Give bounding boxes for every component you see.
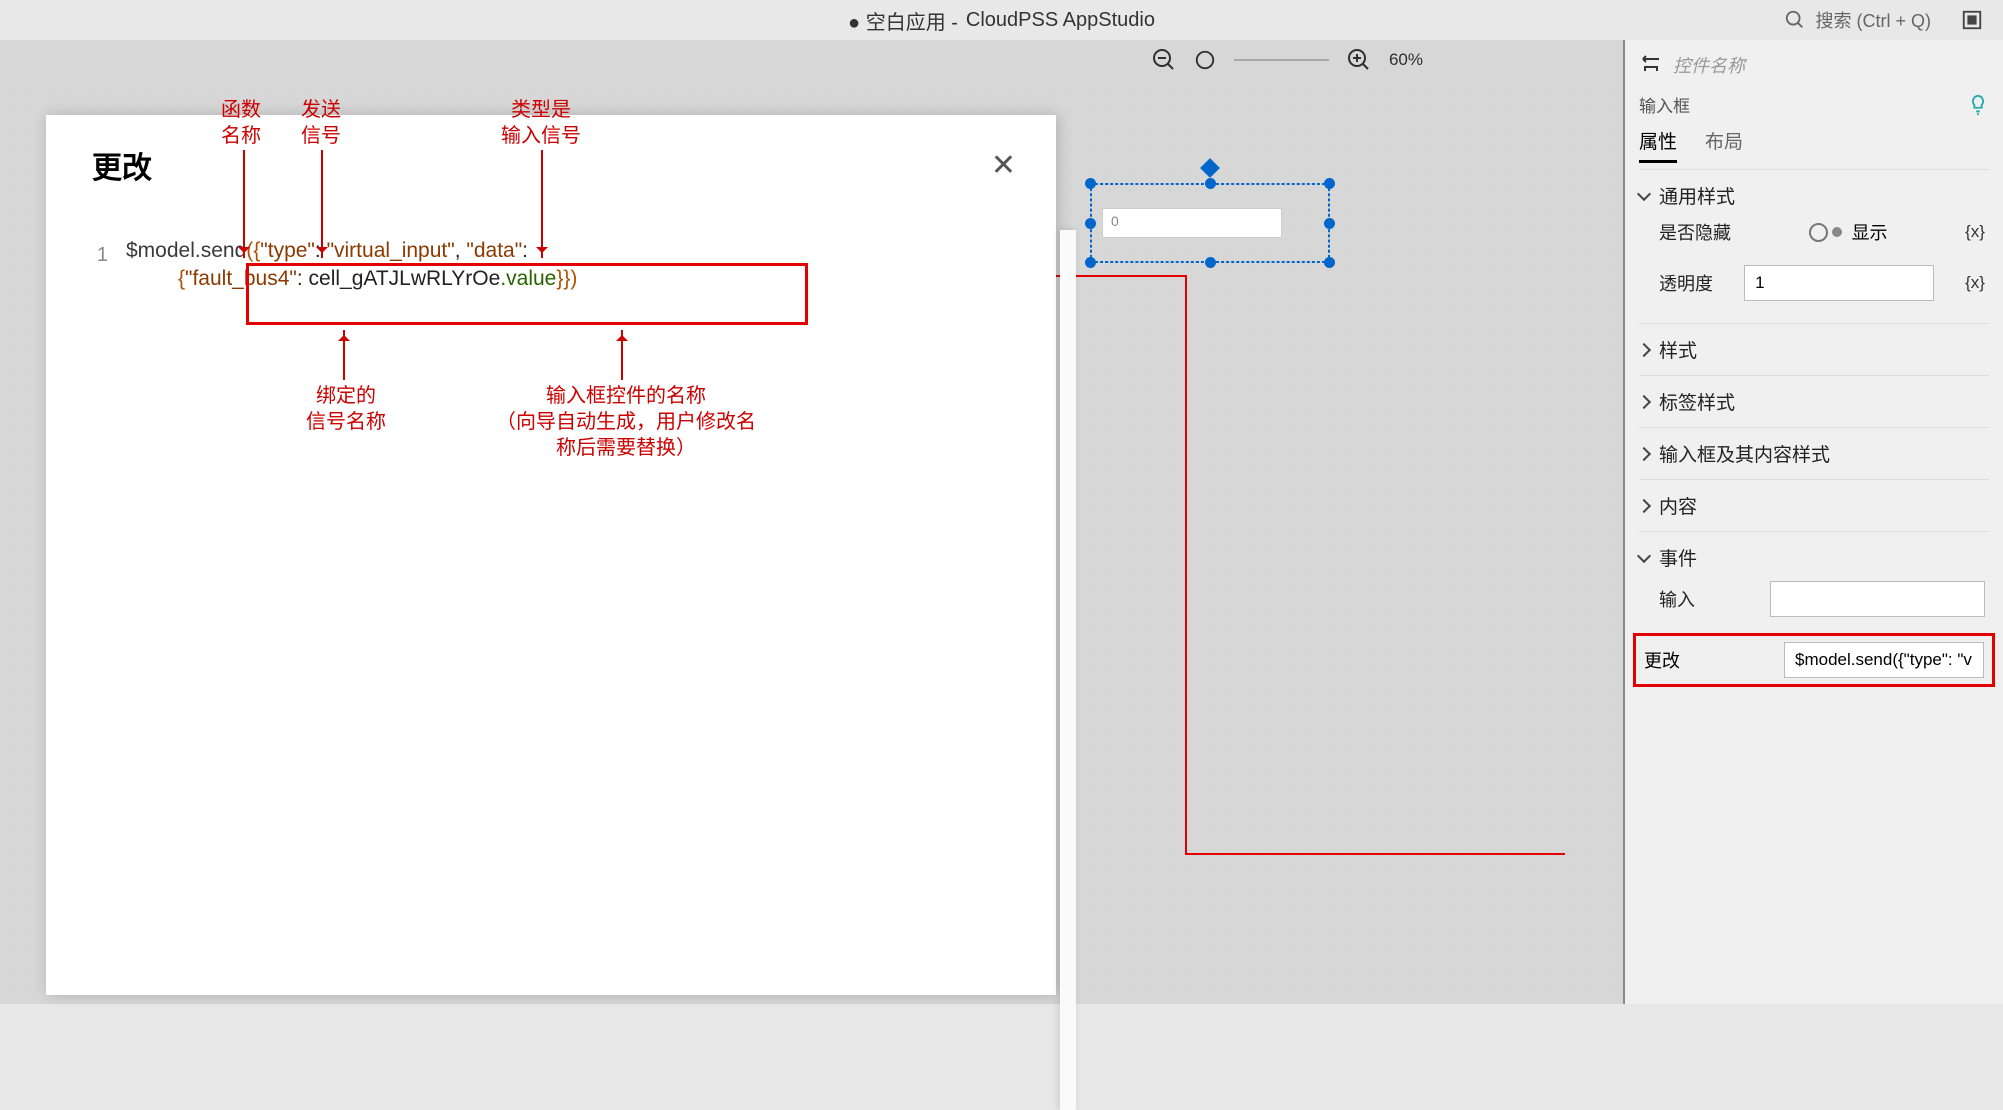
section-event[interactable]: 事件	[1639, 544, 1989, 571]
change-event-label: 更改	[1644, 647, 1680, 673]
hint-icon[interactable]	[1967, 94, 1989, 116]
modal-title: 更改	[92, 143, 152, 187]
annotation-arrow	[321, 150, 323, 258]
widget-type-label: 输入框	[1639, 92, 1690, 117]
resize-handle[interactable]	[1085, 178, 1096, 189]
search-area[interactable]: 搜索 (Ctrl + Q)	[1784, 7, 1984, 33]
properties-panel: 控件名称 输入框 属性 布局 通用样式 是否隐藏 显示 {x} 透明度 {x} …	[1623, 40, 2003, 1004]
resize-handle[interactable]	[1085, 257, 1096, 268]
resize-handle[interactable]	[1324, 218, 1335, 229]
annotation-input-ctrl: 输入框控件的名称 （向导自动生成，用户修改名 称后需要替换）	[496, 383, 756, 461]
annotation-bind-signal: 绑定的 信号名称	[306, 383, 386, 435]
chevron-down-icon	[1637, 548, 1651, 562]
chevron-right-icon	[1637, 394, 1651, 408]
reset-button[interactable]: {x}	[1965, 273, 1985, 293]
annotation-type: 类型是 输入信号	[501, 97, 581, 149]
tab-layout[interactable]: 布局	[1705, 127, 1743, 163]
resize-handle[interactable]	[1324, 257, 1335, 268]
app-title: CloudPSS AppStudio	[966, 9, 1155, 32]
zoom-percent: 60%	[1389, 50, 1423, 70]
panel-heading: 控件名称	[1673, 52, 1745, 78]
annotation-send-signal: 发送 信号	[301, 97, 341, 149]
section-style[interactable]: 样式	[1639, 336, 1989, 363]
input-event-field[interactable]	[1770, 581, 1985, 617]
control-icon	[1639, 53, 1663, 77]
zoom-slider[interactable]	[1234, 59, 1329, 61]
zoom-out-icon[interactable]	[1152, 48, 1176, 72]
annotation-connector	[1185, 275, 1187, 853]
selected-widget[interactable]: 0	[1090, 183, 1330, 263]
change-event-highlight: 更改	[1633, 633, 1995, 687]
section-content[interactable]: 内容	[1639, 492, 1989, 519]
fullscreen-icon[interactable]	[1961, 9, 1983, 31]
section-general-style[interactable]: 通用样式	[1639, 182, 1989, 209]
code-editor-modal: 更改 ✕ 1 $model.send({"type": "virtual_inp…	[46, 115, 1056, 995]
search-placeholder: 搜索 (Ctrl + Q)	[1816, 7, 1932, 33]
annotation-arrow	[243, 150, 245, 258]
section-input-style[interactable]: 输入框及其内容样式	[1639, 440, 1989, 467]
chevron-right-icon	[1637, 342, 1651, 356]
app-title-prefix: ● 空白应用 -	[848, 6, 958, 35]
chevron-right-icon	[1637, 446, 1651, 460]
section-label-style[interactable]: 标签样式	[1639, 388, 1989, 415]
input-event-label: 输入	[1659, 586, 1695, 612]
zoom-in-icon[interactable]	[1347, 48, 1371, 72]
hidden-label: 是否隐藏	[1659, 219, 1731, 245]
hidden-toggle[interactable]: 显示	[1809, 219, 1888, 245]
opacity-input[interactable]	[1744, 265, 1934, 301]
annotation-arrow	[621, 330, 623, 380]
resize-handle[interactable]	[1205, 257, 1216, 268]
input-widget[interactable]: 0	[1102, 208, 1282, 238]
title-bar: ● 空白应用 - CloudPSS AppStudio 搜索 (Ctrl + Q…	[0, 0, 2003, 40]
resize-handle[interactable]	[1324, 178, 1335, 189]
annotation-arrow	[541, 150, 543, 258]
close-icon[interactable]: ✕	[991, 148, 1016, 183]
chevron-down-icon	[1637, 186, 1651, 200]
tab-attributes[interactable]: 属性	[1639, 127, 1677, 163]
annotation-code-highlight	[246, 263, 808, 325]
opacity-label: 透明度	[1659, 270, 1713, 296]
modal-side-handle	[1060, 230, 1076, 1110]
line-number: 1	[46, 241, 108, 269]
annotation-connector	[1185, 853, 1565, 855]
reset-button[interactable]: {x}	[1965, 222, 1985, 242]
search-icon	[1784, 9, 1806, 31]
resize-handle[interactable]	[1085, 218, 1096, 229]
zoom-reset-icon[interactable]	[1194, 49, 1216, 71]
change-event-field[interactable]	[1784, 642, 1984, 678]
annotation-arrow	[343, 330, 345, 380]
chevron-right-icon	[1637, 498, 1651, 512]
annotation-fn-name: 函数 名称	[221, 97, 261, 149]
resize-handle[interactable]	[1205, 178, 1216, 189]
